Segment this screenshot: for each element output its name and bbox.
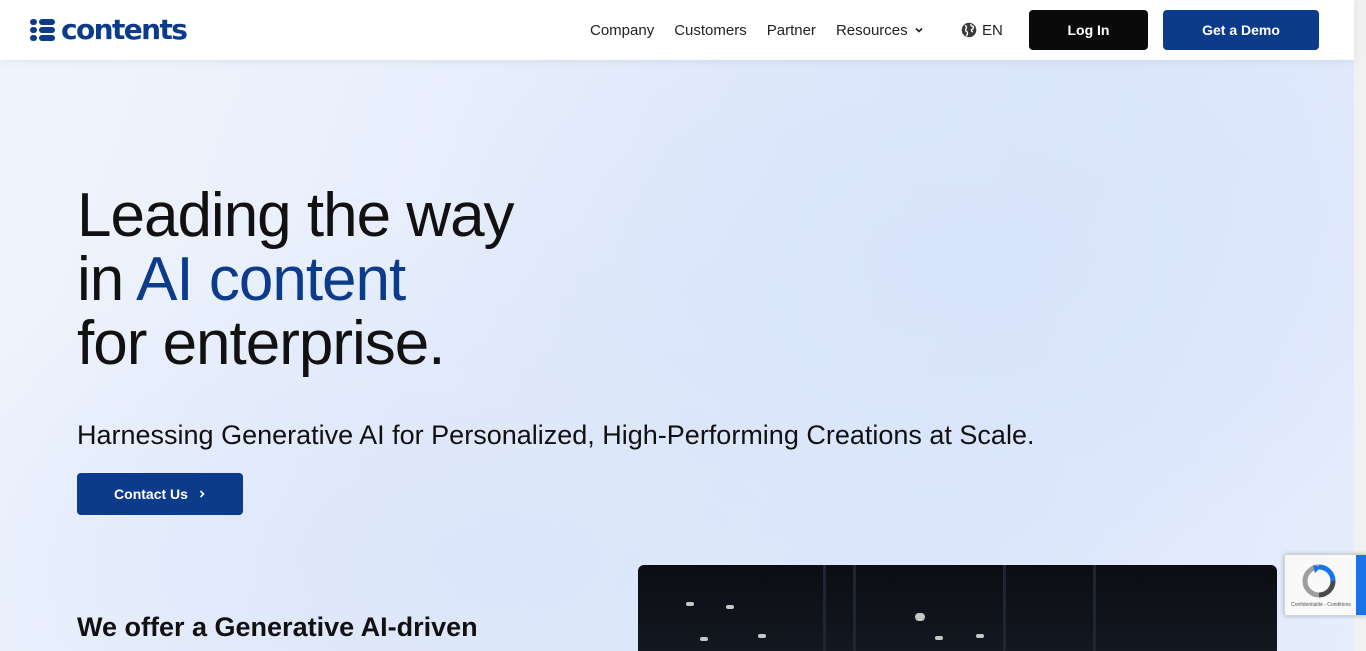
page: contents Company Customers Partner Resou… bbox=[0, 0, 1366, 651]
chevron-down-icon bbox=[915, 27, 923, 33]
hero-title: Leading the way in AI content for enterp… bbox=[77, 184, 777, 376]
nav-company[interactable]: Company bbox=[590, 22, 654, 39]
nav-resources[interactable]: Resources bbox=[836, 22, 924, 39]
contact-us-button[interactable]: Contact Us bbox=[77, 473, 243, 515]
language-label: EN bbox=[982, 21, 1003, 39]
language-switcher[interactable]: EN bbox=[961, 0, 1003, 60]
get-demo-button[interactable]: Get a Demo bbox=[1163, 10, 1319, 50]
list-icon bbox=[30, 19, 56, 41]
login-button[interactable]: Log In bbox=[1029, 10, 1148, 50]
logo[interactable]: contents bbox=[30, 13, 188, 46]
hero-video[interactable] bbox=[638, 565, 1277, 651]
hero-title-accent: AI content bbox=[136, 245, 406, 314]
globe-icon bbox=[961, 22, 977, 38]
site-header: contents Company Customers Partner Resou… bbox=[0, 0, 1354, 60]
recaptcha-terms[interactable]: Confidentialité - Conditions bbox=[1288, 602, 1354, 608]
nav-customers[interactable]: Customers bbox=[674, 22, 747, 39]
main-nav: Company Customers Partner Resources bbox=[590, 0, 944, 60]
recaptcha-icon bbox=[1302, 564, 1336, 598]
logo-text: contents bbox=[61, 13, 188, 46]
chevron-right-icon bbox=[199, 490, 205, 498]
hero-title-line3: for enterprise. bbox=[77, 309, 446, 378]
recaptcha-strip bbox=[1356, 555, 1366, 615]
section-heading: We offer a Generative AI-driven bbox=[77, 612, 478, 642]
hero-title-line1: Leading the way bbox=[77, 181, 515, 250]
recaptcha-badge[interactable]: Confidentialité - Conditions bbox=[1284, 554, 1366, 616]
nav-partner[interactable]: Partner bbox=[767, 22, 816, 39]
nav-resources-label: Resources bbox=[835, 21, 908, 39]
hero-title-line2-prefix: in bbox=[77, 245, 137, 314]
contact-us-label: Contact Us bbox=[114, 486, 188, 502]
hero-subtitle: Harnessing Generative AI for Personalize… bbox=[77, 420, 1035, 450]
